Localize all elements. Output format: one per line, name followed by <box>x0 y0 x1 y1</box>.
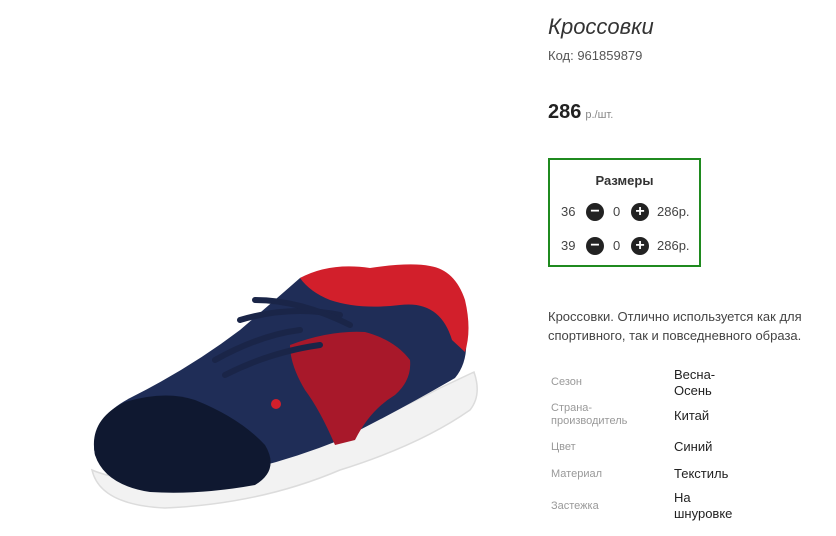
spec-value: Китай <box>674 408 710 423</box>
sizes-title: Размеры <box>595 173 654 188</box>
price-unit: р./шт. <box>585 109 614 121</box>
decrease-quantity-button[interactable]: − <box>586 203 604 221</box>
price-value: 286 <box>548 101 582 123</box>
spec-label-line: Страна- <box>551 402 593 414</box>
spec-value: Синий <box>674 439 713 454</box>
increase-quantity-button[interactable]: + <box>631 237 649 255</box>
spec-label: Застежка <box>551 500 599 512</box>
product-code: Код: 961859879 <box>548 48 643 63</box>
spec-label: Сезон <box>551 376 582 388</box>
size-price: 286р. <box>657 238 690 253</box>
spec-value: Текстиль <box>674 466 729 481</box>
spec-value: На шнуровке <box>674 490 754 522</box>
description-line: спортивного, так и повседневного образа. <box>548 328 802 343</box>
spec-label-line: производитель <box>551 415 628 427</box>
spec-value: Весна- Осень <box>674 367 754 399</box>
product-title: Кроссовки <box>548 14 654 39</box>
product-description: Кроссовки. Отлично используется как для … <box>548 307 836 345</box>
spec-label: Страна- производитель <box>551 402 661 428</box>
increase-quantity-button[interactable]: + <box>631 203 649 221</box>
sneaker-illustration <box>90 264 478 509</box>
product-image[interactable] <box>0 0 530 536</box>
spec-value-line: На <box>674 490 691 505</box>
size-label: 39 <box>561 238 576 253</box>
product-info: Кроссовки Код: 961859879 286 р./шт. Разме… <box>548 0 836 536</box>
spec-label: Материал <box>551 468 602 480</box>
spec-label: Цвет <box>551 441 576 453</box>
spec-value-line: Осень <box>674 383 712 398</box>
description-line: Кроссовки. Отлично используется как для <box>548 309 802 324</box>
quantity-value: 0 <box>613 204 621 219</box>
quantity-value: 0 <box>613 238 621 253</box>
size-label: 36 <box>561 204 576 219</box>
product-price: 286 р./шт. <box>548 101 613 124</box>
decrease-quantity-button[interactable]: − <box>586 237 604 255</box>
spec-value-line: шнуровке <box>674 506 733 521</box>
size-price: 286р. <box>657 204 690 219</box>
sizes-panel: Размеры 36 − 0 + 286р. 39 − 0 + 286р. <box>548 158 701 267</box>
spec-value-line: Весна- <box>674 367 716 382</box>
